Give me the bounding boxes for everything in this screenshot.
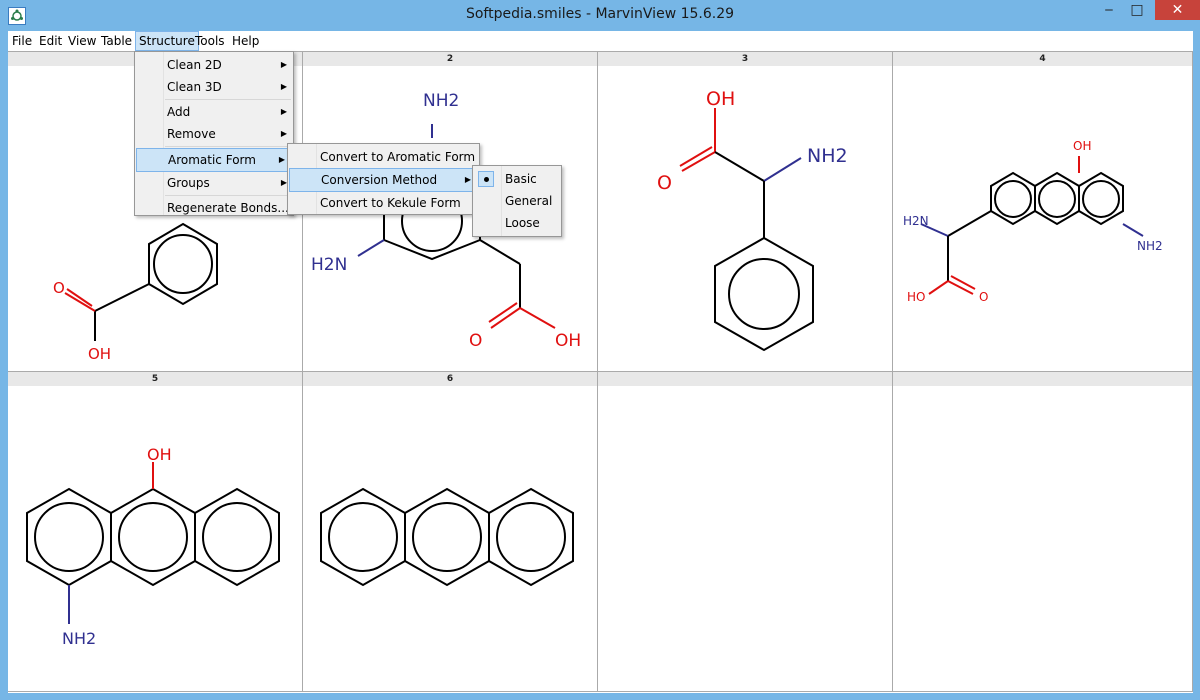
menu-item-label: Convert to Aromatic Form [320,150,476,164]
cell-number: 3 [598,52,892,66]
minimize-button[interactable]: ‒ [1096,0,1122,20]
menu-view[interactable]: View [65,31,99,51]
menu-item-label: Regenerate Bonds... [167,201,289,215]
menu-item-convert-kekule[interactable]: Convert to Kekule Form [288,192,479,214]
conversion-method-submenu: Basic General Loose [472,165,562,237]
menu-item-regenerate-bonds[interactable]: Regenerate Bonds... [135,197,293,219]
app-window: Softpedia.smiles - MarvinView 15.6.29 ‒ … [0,0,1200,700]
molecule-cell-4[interactable]: 4 OH H2N HO O NH2 [893,52,1193,372]
menu-item-general[interactable]: General [473,190,561,212]
aromatic-form-submenu: Convert to Aromatic Form Conversion Meth… [287,143,480,215]
menu-item-clean-3d[interactable]: Clean 3D ▶ [135,76,293,98]
molecule-cell-8[interactable] [893,372,1193,692]
molecule-drawing: OH H2N HO O NH2 [903,139,1163,304]
menu-item-label: Clean 3D [167,80,222,94]
atom-label-oh: OH [88,345,111,363]
atom-label-h2n: H2N [903,214,929,228]
close-button[interactable]: ✕ [1155,0,1200,20]
atom-label-nh2: NH2 [62,629,96,648]
atom-label-o: O [657,172,672,194]
title-bar: Softpedia.smiles - MarvinView 15.6.29 ‒ … [0,0,1200,31]
cell-number [598,372,892,386]
cell-number: 2 [303,52,597,66]
menu-item-loose[interactable]: Loose [473,212,561,234]
submenu-arrow-icon: ▶ [280,107,287,116]
atom-label-oh: OH [555,331,581,351]
molecule-cell-3[interactable]: 3 OH O NH2 [598,52,893,372]
cell-number: 5 [8,372,302,386]
submenu-arrow-icon: ▶ [280,60,287,69]
molecule-drawing: OH NH2 [26,445,280,648]
menu-separator [165,146,291,147]
menu-item-label: Basic [505,172,537,186]
atom-label-nh2: NH2 [807,145,848,167]
radio-selected-icon [478,171,494,187]
menu-item-remove[interactable]: Remove ▶ [135,123,293,145]
menu-help[interactable]: Help [229,31,262,51]
menu-separator [165,99,291,100]
menu-item-groups[interactable]: Groups ▶ [135,172,293,194]
atom-label-nh2: NH2 [423,91,459,111]
atom-label-o: O [979,290,988,304]
menu-item-label: Aromatic Form [168,153,256,167]
cell-number: 4 [893,52,1192,66]
submenu-arrow-icon: ▶ [464,175,471,184]
atom-label-o: O [53,279,65,297]
menu-item-label: Loose [505,216,540,230]
menu-item-aromatic-form[interactable]: Aromatic Form ▶ [136,148,292,172]
molecule-drawing: OH O NH2 [657,88,848,352]
menu-item-clean-2d[interactable]: Clean 2D ▶ [135,54,293,76]
menu-item-basic[interactable]: Basic [473,168,561,190]
submenu-arrow-icon: ▶ [280,82,287,91]
menu-item-label: Remove [167,127,216,141]
menu-item-label: General [505,194,553,208]
atom-label-oh: OH [1073,139,1091,153]
menu-item-conversion-method[interactable]: Conversion Method ▶ [289,168,478,192]
window-title: Softpedia.smiles - MarvinView 15.6.29 [465,6,735,22]
menu-tools[interactable]: Tools [192,31,228,51]
atom-label-oh: OH [706,88,735,110]
molecule-cell-5[interactable]: 5 OH NH2 [8,372,303,692]
cell-number: 6 [303,372,597,386]
submenu-arrow-icon: ▶ [278,155,285,164]
menu-item-label: Groups [167,176,210,190]
menu-item-label: Conversion Method [321,173,438,187]
menu-bar: File Edit View Table Structure Tools Hel… [8,31,1193,51]
molecule-drawing [320,487,574,587]
menu-item-convert-aromatic[interactable]: Convert to Aromatic Form [288,146,479,168]
atom-label-ho: HO [907,290,925,304]
atom-label-h2n: H2N [311,255,347,275]
menu-item-add[interactable]: Add ▶ [135,101,293,123]
atom-label-o: O [469,331,482,351]
submenu-arrow-icon: ▶ [280,129,287,138]
maximize-button[interactable]: □ [1124,0,1150,20]
cell-number [893,372,1192,386]
menu-table[interactable]: Table [98,31,135,51]
molecule-cell-6[interactable]: 6 [303,372,598,692]
menu-item-label: Add [167,105,191,119]
menu-file[interactable]: File [9,31,35,51]
atom-label-nh2: NH2 [1137,239,1163,253]
atom-label-oh: OH [147,445,172,464]
structure-menu: Clean 2D ▶ Clean 3D ▶ Add ▶ Remove ▶ Aromati… [134,51,294,216]
menu-structure[interactable]: Structure [135,31,199,51]
menu-item-label: Convert to Kekule Form [320,196,461,210]
menu-item-label: Clean 2D [167,58,222,72]
menu-edit[interactable]: Edit [36,31,65,51]
menu-separator [165,195,291,196]
molecule-cell-7[interactable] [598,372,893,692]
